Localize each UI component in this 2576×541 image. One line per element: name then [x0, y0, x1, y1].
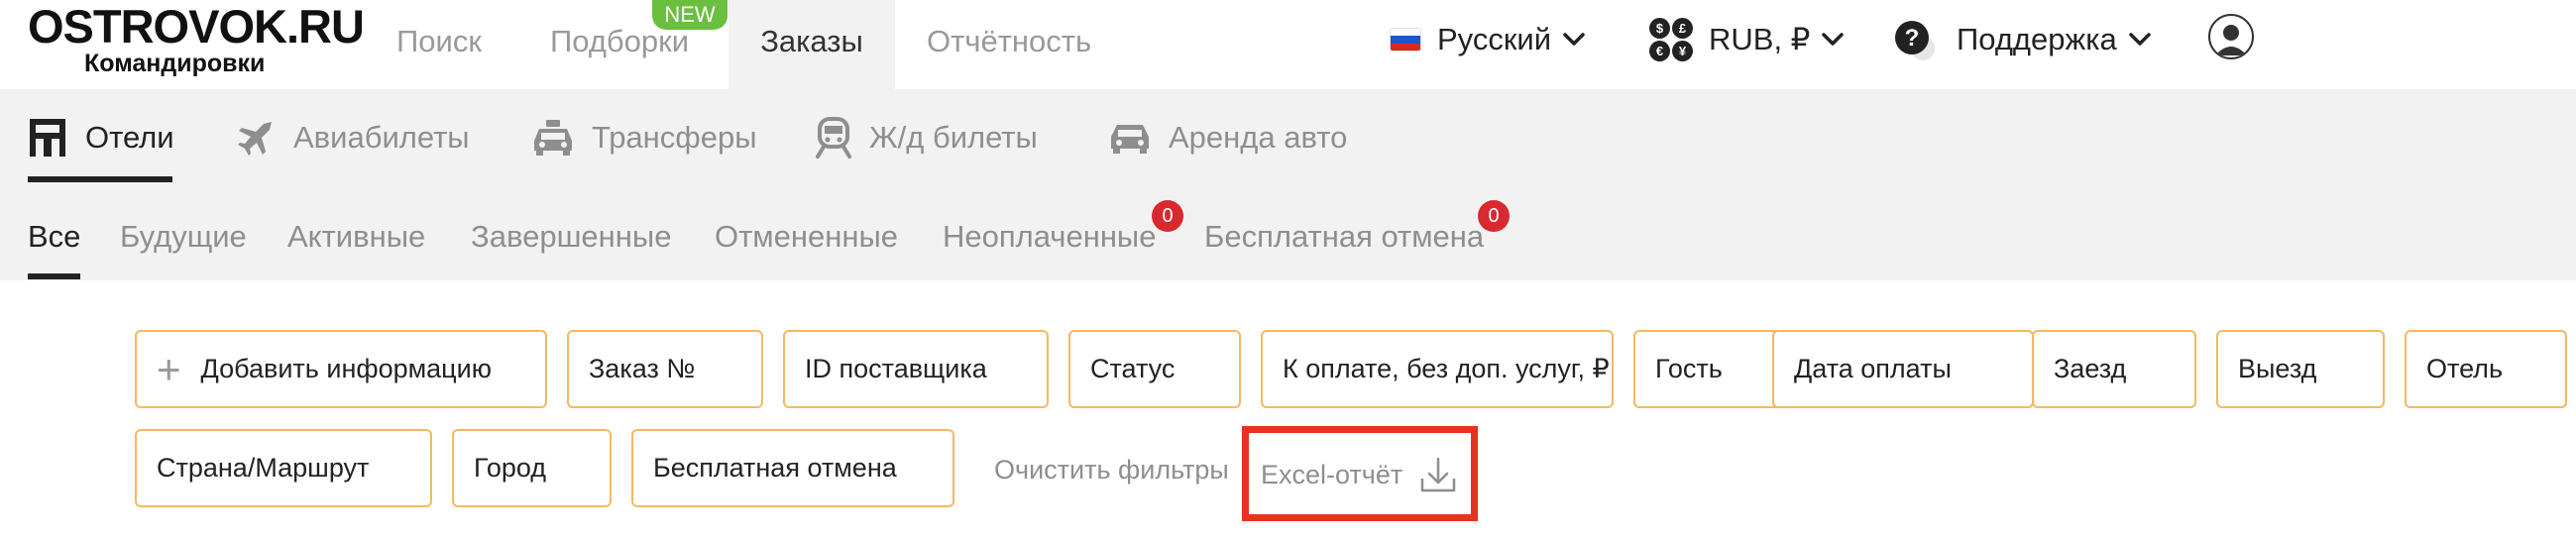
excel-report-label: Excel-отчёт: [1261, 459, 1403, 489]
support-question-icon: ?: [1893, 19, 1935, 60]
filter-hotel[interactable]: Отель: [2405, 330, 2567, 408]
status-tab-completed[interactable]: Завершенные: [471, 185, 671, 280]
filter-free-cancellation[interactable]: Бесплатная отмена: [631, 429, 954, 507]
status-tab-free-cancellation[interactable]: Бесплатная отмена: [1204, 185, 1484, 280]
tab-transfers-label: Трансферы: [592, 119, 757, 155]
support-label: Поддержка: [1957, 22, 2117, 56]
chevron-down-icon: [2128, 33, 2151, 46]
unpaid-count-badge: 0: [1152, 200, 1183, 232]
tab-flights-label: Авиабилеты: [293, 119, 470, 155]
status-tab-cancelled[interactable]: Отмененные: [715, 185, 898, 280]
hotel-icon: [30, 118, 65, 157]
plus-icon: +: [157, 345, 181, 392]
status-tabs: Все Будущие Активные Завершенные Отменен…: [0, 185, 2576, 280]
language-selector[interactable]: Русский: [1390, 0, 1585, 79]
airplane-icon: [238, 121, 272, 156]
active-status-indicator: [28, 273, 80, 279]
filter-supplier-id[interactable]: ID поставщика: [783, 330, 1049, 408]
new-badge: NEW: [652, 0, 728, 30]
tab-car-rental-label: Аренда авто: [1169, 119, 1348, 155]
tab-hotels[interactable]: Отели: [28, 89, 174, 185]
status-tab-unpaid[interactable]: Неоплаченные: [943, 185, 1156, 280]
chevron-down-icon: [1563, 33, 1585, 46]
filter-check-out[interactable]: Выезд: [2216, 330, 2385, 408]
currency-selector[interactable]: $ £ € ¥ RUB, ₽: [1647, 0, 1845, 79]
language-label: Русский: [1437, 22, 1552, 56]
filter-payment-date[interactable]: Дата оплаты: [1772, 330, 2034, 408]
status-tab-active[interactable]: Активные: [287, 185, 425, 280]
currency-icon: $ £ € ¥: [1647, 16, 1695, 63]
filter-check-in[interactable]: Заезд: [2032, 330, 2196, 408]
tab-hotels-label: Отели: [85, 119, 174, 155]
filter-country-route[interactable]: Страна/Маршрут: [135, 429, 432, 507]
tab-transfers[interactable]: Трансферы: [532, 89, 757, 185]
svg-text:?: ?: [1905, 25, 1920, 52]
filter-order-number[interactable]: Заказ №: [567, 330, 763, 408]
brand-subtitle: Командировки: [84, 50, 266, 77]
add-info-label: Добавить информацию: [200, 354, 492, 383]
russia-flag-icon: [1390, 28, 1421, 52]
download-icon: [1421, 457, 1456, 492]
brand-logo[interactable]: OSTROVOK.RU Командировки: [28, 2, 365, 81]
status-tab-future[interactable]: Будущие: [120, 185, 247, 280]
tab-car-rental[interactable]: Аренда авто: [1109, 89, 1347, 185]
excel-report-button[interactable]: Excel-отчёт: [1261, 452, 1458, 497]
filter-status[interactable]: Статус: [1068, 330, 1241, 408]
support-selector[interactable]: ? Поддержка: [1893, 0, 2151, 79]
top-nav-reports[interactable]: Отчётность: [927, 0, 1091, 89]
status-tab-all[interactable]: Все: [28, 185, 80, 280]
free-cancellation-count-badge: 0: [1478, 200, 1510, 232]
add-info-button[interactable]: + Добавить информацию: [135, 330, 547, 408]
filter-amount[interactable]: К оплате, без доп. услуг, ₽: [1261, 330, 1614, 408]
top-bar: OSTROVOK.RU Командировки Поиск Подборки …: [0, 0, 2576, 89]
active-tab-indicator: [28, 176, 172, 182]
taxi-icon: [534, 119, 572, 156]
clear-filters-button[interactable]: Очистить фильтры: [994, 455, 1229, 486]
chevron-down-icon: [1822, 33, 1845, 46]
currency-label: RUB, ₽: [1709, 22, 1811, 56]
train-icon: [816, 116, 851, 159]
top-nav-orders[interactable]: Заказы: [728, 0, 895, 89]
car-icon: [1111, 124, 1149, 154]
filter-city[interactable]: Город: [452, 429, 612, 507]
user-avatar-icon[interactable]: [2208, 14, 2254, 59]
brand-name: OSTROVOK.RU: [28, 0, 365, 53]
tab-trains[interactable]: Ж/д билеты: [816, 89, 1038, 185]
tab-trains-label: Ж/д билеты: [869, 119, 1038, 155]
tab-flights[interactable]: Авиабилеты: [236, 89, 470, 185]
top-nav-search[interactable]: Поиск: [396, 0, 482, 89]
service-tabs: Отели Авиабилеты Трансферы Ж/д билеты Ар…: [0, 89, 2576, 185]
